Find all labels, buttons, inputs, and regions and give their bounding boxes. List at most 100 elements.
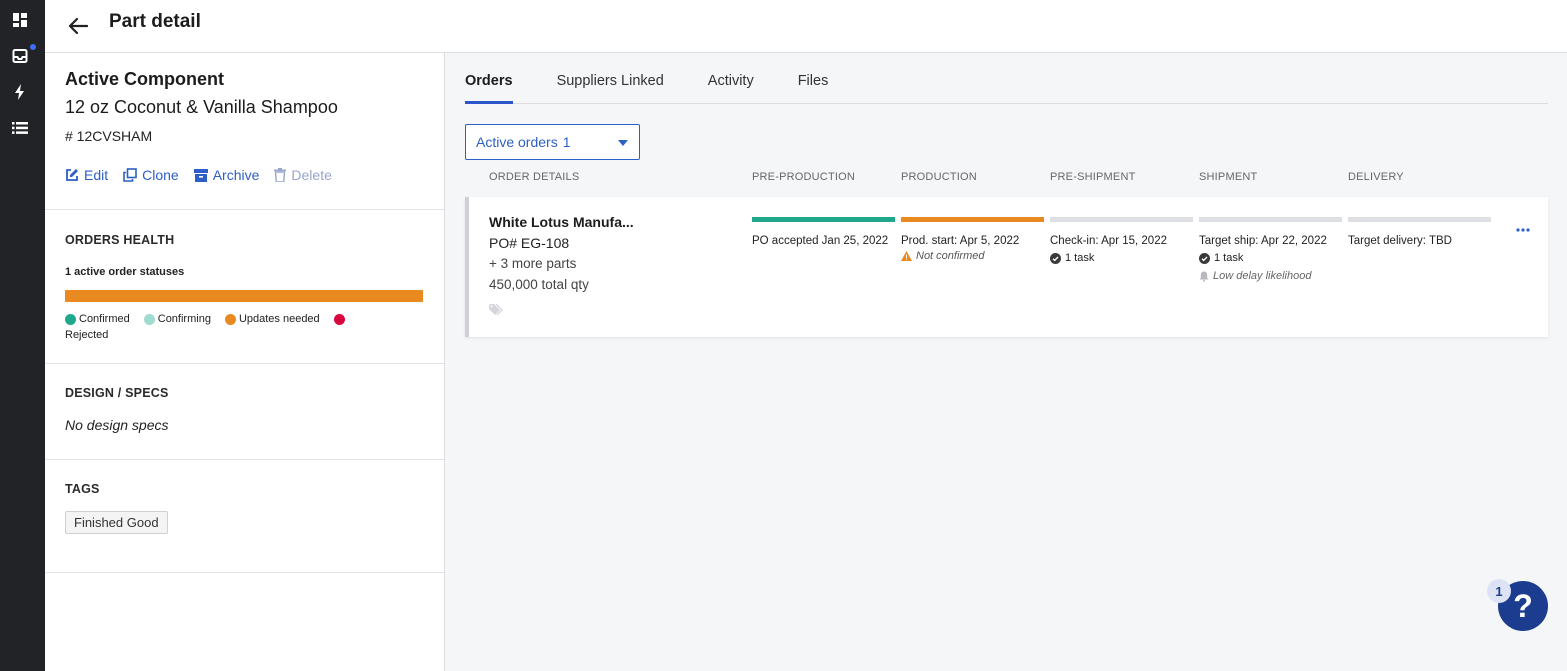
design-specs-section: DESIGN / SPECS No design specs bbox=[45, 364, 444, 460]
dropdown-label: Active orders bbox=[476, 134, 558, 150]
page-title: Part detail bbox=[109, 11, 201, 32]
supplier-name: White Lotus Manufa... bbox=[489, 214, 634, 230]
column-header-delivery: DELIVERY bbox=[1348, 171, 1404, 183]
orders-health-label: ORDERS HEALTH bbox=[65, 233, 175, 247]
legend-label: Confirming bbox=[157, 313, 211, 325]
legend-updates-needed: Updates needed bbox=[224, 313, 320, 325]
legend-label: Updates needed bbox=[238, 313, 320, 325]
stage-warning: Not confirmed bbox=[901, 250, 1044, 262]
check-circle-icon bbox=[1050, 252, 1061, 264]
rejected-dot bbox=[333, 313, 345, 325]
updates-needed-dot bbox=[224, 313, 236, 325]
stage-task[interactable]: 1 task bbox=[1199, 252, 1342, 264]
column-header-order-details: ORDER DETAILS bbox=[489, 171, 580, 183]
orders-health-subtitle: 1 active order statuses bbox=[65, 266, 185, 278]
lightning-icon[interactable] bbox=[11, 83, 29, 101]
legend-label: Rejected bbox=[65, 329, 109, 341]
tab-orders[interactable]: Orders bbox=[465, 53, 513, 104]
legend-rejected-dot-wrap bbox=[333, 313, 348, 325]
component-name: 12 oz Coconut & Vanilla Shampoo bbox=[65, 97, 338, 117]
trash-icon bbox=[274, 168, 287, 182]
stage-pre-production: PO accepted Jan 25, 2022 bbox=[752, 217, 895, 247]
top-header: Part detail bbox=[45, 0, 1567, 53]
column-header-production: PRODUCTION bbox=[901, 171, 977, 183]
stage-production: Prod. start: Apr 5, 2022 Not confirmed bbox=[901, 217, 1044, 262]
stage-pre-shipment: Check-in: Apr 15, 2022 1 task bbox=[1050, 217, 1193, 264]
stage-bar bbox=[1050, 217, 1193, 222]
active-orders-dropdown[interactable]: Active orders 1 bbox=[465, 124, 640, 160]
tab-activity[interactable]: Activity bbox=[708, 53, 754, 103]
edit-icon bbox=[66, 169, 78, 181]
part-summary-panel: Active Component 12 oz Coconut & Vanilla… bbox=[45, 53, 445, 671]
stage-bar bbox=[1199, 217, 1342, 222]
more-parts: + 3 more parts bbox=[489, 256, 577, 271]
tag-icon[interactable] bbox=[489, 303, 504, 321]
inbox-icon[interactable] bbox=[11, 47, 29, 65]
legend-confirming: Confirming bbox=[143, 313, 211, 325]
po-number: PO# EG-108 bbox=[489, 235, 570, 251]
delete-label: Delete bbox=[291, 167, 332, 183]
stage-shipment: Target ship: Apr 22, 2022 1 task Low del… bbox=[1199, 217, 1342, 282]
stage-task[interactable]: 1 task bbox=[1050, 252, 1193, 264]
column-header-shipment: SHIPMENT bbox=[1199, 171, 1258, 183]
tags-section: TAGS Finished Good bbox=[45, 460, 444, 573]
tab-files[interactable]: Files bbox=[798, 53, 829, 103]
dropdown-count: 1 bbox=[562, 134, 571, 150]
tab-suppliers-linked[interactable]: Suppliers Linked bbox=[557, 53, 664, 103]
stage-note: Low delay likelihood bbox=[1199, 270, 1342, 282]
tag-chip[interactable]: Finished Good bbox=[65, 511, 168, 534]
total-qty: 450,000 total qty bbox=[489, 277, 589, 292]
design-specs-label: DESIGN / SPECS bbox=[65, 386, 169, 400]
clone-icon bbox=[123, 168, 137, 182]
order-row[interactable]: White Lotus Manufa... PO# EG-108 + 3 mor… bbox=[465, 197, 1548, 337]
stage-text: Target delivery: TBD bbox=[1348, 235, 1452, 247]
component-sku: # 12CVSHAM bbox=[65, 128, 153, 144]
archive-button[interactable]: Archive bbox=[193, 167, 260, 183]
task-count: 1 task bbox=[1065, 252, 1095, 264]
caret-down-icon bbox=[618, 140, 628, 146]
delete-button[interactable]: Delete bbox=[274, 167, 332, 183]
delay-likelihood: Low delay likelihood bbox=[1213, 270, 1312, 282]
clone-button[interactable]: Clone bbox=[123, 167, 179, 183]
legend-confirmed: Confirmed bbox=[65, 313, 130, 325]
archive-label: Archive bbox=[212, 167, 260, 183]
stage-text: Check-in: Apr 15, 2022 bbox=[1050, 235, 1167, 247]
edit-label: Edit bbox=[84, 167, 109, 183]
component-heading: Active Component bbox=[65, 69, 225, 89]
notification-dot bbox=[30, 44, 36, 50]
list-icon[interactable] bbox=[11, 119, 29, 137]
bell-icon bbox=[1199, 271, 1209, 282]
tags-label: TAGS bbox=[65, 482, 100, 496]
orders-health-bar bbox=[65, 290, 423, 302]
help-question-icon: ? bbox=[1513, 587, 1533, 624]
legend-label: Confirmed bbox=[79, 313, 130, 325]
more-options-button[interactable] bbox=[1516, 219, 1530, 237]
stage-bar bbox=[1348, 217, 1491, 222]
column-header-pre-shipment: PRE-SHIPMENT bbox=[1050, 171, 1136, 183]
dashboard-icon[interactable] bbox=[11, 11, 29, 29]
health-legend: Confirmed Confirming Updates needed Reje… bbox=[65, 313, 405, 341]
stage-delivery: Target delivery: TBD bbox=[1348, 217, 1491, 247]
stage-bar bbox=[901, 217, 1044, 222]
help-badge: 1 bbox=[1487, 579, 1511, 603]
archive-icon bbox=[193, 168, 208, 182]
design-specs-empty: No design specs bbox=[65, 417, 169, 433]
check-circle-icon bbox=[1199, 252, 1210, 264]
stage-text: Target ship: Apr 22, 2022 bbox=[1199, 235, 1327, 247]
confirmed-dot bbox=[65, 313, 76, 325]
component-section: Active Component 12 oz Coconut & Vanilla… bbox=[45, 53, 444, 210]
component-actions: Edit Clone Archive Delete bbox=[65, 167, 444, 183]
stage-bar bbox=[752, 217, 895, 222]
warning-icon bbox=[901, 251, 912, 261]
task-count: 1 task bbox=[1214, 252, 1244, 264]
column-header-pre-production: PRE-PRODUCTION bbox=[752, 171, 856, 183]
edit-button[interactable]: Edit bbox=[65, 167, 108, 183]
back-button[interactable] bbox=[65, 13, 91, 39]
nav-rail bbox=[0, 0, 45, 671]
legend-rejected: Rejected bbox=[65, 329, 391, 341]
main-content: Orders Suppliers Linked Activity Files A… bbox=[445, 53, 1567, 671]
stage-text: Prod. start: Apr 5, 2022 bbox=[901, 235, 1020, 247]
clone-label: Clone bbox=[142, 167, 179, 183]
orders-health-section: ORDERS HEALTH 1 active order statuses Co… bbox=[45, 210, 444, 364]
warning-text: Not confirmed bbox=[916, 250, 985, 262]
